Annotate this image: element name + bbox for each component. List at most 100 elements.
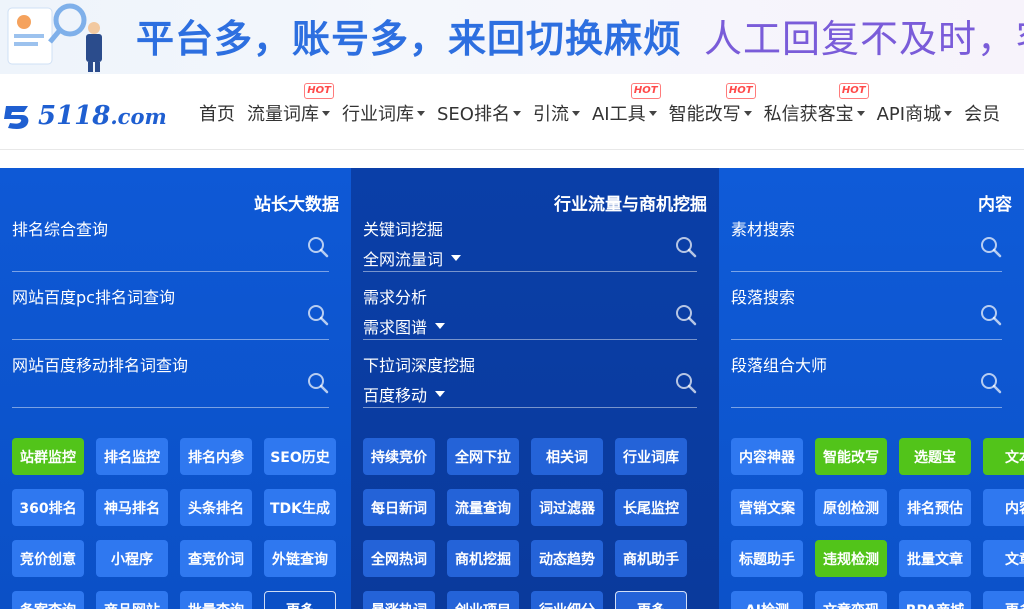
tool-button[interactable]: 智能改写 xyxy=(815,438,887,475)
tool-button[interactable]: 排名监控 xyxy=(96,438,168,475)
nav-item-8[interactable]: API商城 xyxy=(877,100,953,126)
search-field-label: 素材搜索 xyxy=(731,220,796,239)
site-logo[interactable]: 5118.com xyxy=(0,96,167,136)
search-mode-dropdown[interactable]: 百度移动 xyxy=(363,382,446,406)
search-icon[interactable] xyxy=(980,236,1002,258)
tool-button[interactable]: RPA商城 xyxy=(899,591,971,609)
search-mode-dropdown[interactable]: 全网流量词 xyxy=(363,246,462,270)
search-field-label: 段落组合大师 xyxy=(731,356,828,375)
tool-button[interactable]: 全网下拉 xyxy=(447,438,519,475)
search-icon[interactable] xyxy=(307,236,329,258)
search-field[interactable]: 排名综合查询 xyxy=(12,216,329,272)
tool-button[interactable]: 文章 xyxy=(983,540,1024,577)
tool-button[interactable]: 小程序 xyxy=(96,540,168,577)
tool-button[interactable]: 更多 xyxy=(615,591,687,609)
tool-button[interactable]: 原创检测 xyxy=(815,489,887,526)
nav-item-7[interactable]: 私信获客宝 HOT xyxy=(764,83,869,126)
tool-panel-1: 行业流量与商机挖掘 关键词挖掘 全网流量词 需求分析 需求图谱 下拉词深度挖掘 百度移动持续… xyxy=(351,168,719,609)
tool-button[interactable]: 商机助手 xyxy=(615,540,687,577)
tool-button[interactable]: 流量查询 xyxy=(447,489,519,526)
search-field-label: 排名综合查询 xyxy=(12,220,109,239)
tool-button[interactable]: 行业细分 xyxy=(531,591,603,609)
banner-illustration-icon xyxy=(7,3,102,72)
chevron-down-icon xyxy=(944,110,953,116)
nav-item-6[interactable]: 智能改写 HOT xyxy=(669,83,756,126)
nav-item-1[interactable]: 流量词库 HOT xyxy=(247,83,334,126)
search-field[interactable]: 网站百度移动排名词查询 xyxy=(12,352,329,408)
banner-text-secondary: 人工回复不及时，客 xyxy=(704,17,1024,61)
logo-mark-icon xyxy=(4,106,29,129)
tool-button[interactable]: 排名内参 xyxy=(180,438,252,475)
search-icon[interactable] xyxy=(675,372,697,394)
tool-button[interactable]: 内容神器 xyxy=(731,438,803,475)
tool-button[interactable]: TDK生成 xyxy=(264,489,336,526)
search-field[interactable]: 网站百度pc排名词查询 xyxy=(12,284,329,340)
tool-button[interactable]: 暴涨热词 xyxy=(363,591,435,609)
tool-button[interactable]: 文本 xyxy=(983,438,1024,475)
search-field[interactable]: 素材搜索 xyxy=(731,216,1002,272)
tool-button[interactable]: 违规检测 xyxy=(815,540,887,577)
tool-button[interactable]: 查竞价词 xyxy=(180,540,252,577)
hot-badge: HOT xyxy=(725,83,756,99)
search-field[interactable]: 需求分析 需求图谱 xyxy=(363,284,697,340)
hot-badge: HOT xyxy=(838,83,869,99)
tool-button[interactable]: 词过滤器 xyxy=(531,489,603,526)
tool-button[interactable]: AI检测 xyxy=(731,591,803,609)
tool-button[interactable]: 文章变现 xyxy=(815,591,887,609)
tool-button[interactable]: 备案查询 xyxy=(12,591,84,609)
tool-button[interactable]: 神马排名 xyxy=(96,489,168,526)
nav-item-label: 首页 xyxy=(199,104,235,125)
tool-button[interactable]: 外链查询 xyxy=(264,540,336,577)
search-icon[interactable] xyxy=(675,236,697,258)
search-icon[interactable] xyxy=(307,372,329,394)
tool-button[interactable]: 站群监控 xyxy=(12,438,84,475)
tool-button[interactable]: 更多 xyxy=(983,591,1024,609)
tool-button[interactable]: 360排名 xyxy=(12,489,84,526)
tool-button[interactable]: 营销文案 xyxy=(731,489,803,526)
tool-button[interactable]: 标题助手 xyxy=(731,540,803,577)
tool-button[interactable]: 长尾监控 xyxy=(615,489,687,526)
nav-item-5[interactable]: AI工具 HOT xyxy=(592,83,661,126)
nav-item-4[interactable]: 引流 xyxy=(533,100,580,126)
search-field-label: 网站百度移动排名词查询 xyxy=(12,356,189,375)
tool-button[interactable]: SEO历史 xyxy=(264,438,336,475)
tool-button[interactable]: 商品网站 xyxy=(96,591,168,609)
tool-button[interactable]: 持续竞价 xyxy=(363,438,435,475)
tool-button[interactable]: 更多 xyxy=(264,591,336,609)
search-icon[interactable] xyxy=(980,304,1002,326)
tool-button[interactable]: 动态趋势 xyxy=(531,540,603,577)
nav-item-9[interactable]: 会员 xyxy=(964,100,1000,126)
tool-button[interactable]: 全网热词 xyxy=(363,540,435,577)
panel-title: 行业流量与商机挖掘 xyxy=(554,195,707,215)
tool-button[interactable]: 相关词 xyxy=(531,438,603,475)
search-mode-label: 需求图谱 xyxy=(363,318,428,337)
tool-button[interactable]: 内容 xyxy=(983,489,1024,526)
search-field[interactable]: 关键词挖掘 全网流量词 xyxy=(363,216,697,272)
search-icon[interactable] xyxy=(675,304,697,326)
tool-button[interactable]: 头条排名 xyxy=(180,489,252,526)
tool-button[interactable]: 排名预估 xyxy=(899,489,971,526)
panel-title: 内容 xyxy=(978,195,1012,215)
search-field[interactable]: 段落组合大师 xyxy=(731,352,1002,408)
nav-item-0[interactable]: 首页 xyxy=(199,100,235,126)
tool-button[interactable]: 批量查询 xyxy=(180,591,252,609)
search-mode-dropdown[interactable]: 需求图谱 xyxy=(363,314,446,338)
tool-button[interactable]: 每日新词 xyxy=(363,489,435,526)
panel-title: 站长大数据 xyxy=(254,195,339,215)
nav-item-3[interactable]: SEO排名 xyxy=(437,100,521,126)
tool-button[interactable]: 竞价创意 xyxy=(12,540,84,577)
tool-button[interactable]: 创业项目 xyxy=(447,591,519,609)
tool-panels: 站长大数据排名综合查询网站百度pc排名词查询网站百度移动排名词查询站群监控 排名监… xyxy=(0,168,1024,609)
tool-panel-2: 内容素材搜索段落搜索段落组合大师内容神器智能改写选题宝文本营销文案原创检测排名预… xyxy=(719,168,1024,609)
top-banner-ad[interactable]: 平台多，账号多，来回切换麻烦 人工回复不及时，客 xyxy=(0,0,1024,74)
search-field[interactable]: 下拉词深度挖掘 百度移动 xyxy=(363,352,697,408)
tool-button[interactable]: 商机挖掘 xyxy=(447,540,519,577)
caret-down-icon xyxy=(451,255,462,261)
search-field[interactable]: 段落搜索 xyxy=(731,284,1002,340)
tool-button[interactable]: 选题宝 xyxy=(899,438,971,475)
search-icon[interactable] xyxy=(307,304,329,326)
tool-button[interactable]: 行业词库 xyxy=(615,438,687,475)
tool-button[interactable]: 批量文章 xyxy=(899,540,971,577)
nav-item-2[interactable]: 行业词库 xyxy=(342,100,425,126)
search-icon[interactable] xyxy=(980,372,1002,394)
